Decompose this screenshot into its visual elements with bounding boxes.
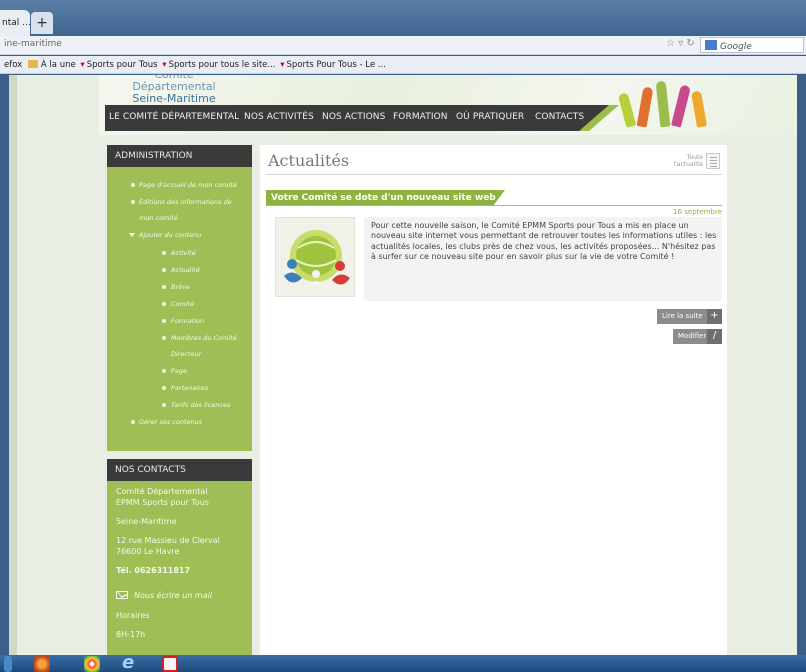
plus-icon: + [707, 309, 722, 324]
bullet-icon [131, 420, 135, 424]
bookmark-item[interactable]: Sports pour Tous [87, 60, 158, 70]
contact-address2: 76600 Le Havre [116, 547, 180, 556]
add-actualite[interactable]: Actualité [171, 266, 200, 274]
nav-formation[interactable]: FORMATION [393, 112, 448, 122]
contacts-sidebar: NOS CONTACTS Comité Départemental EPMM S… [107, 459, 252, 655]
site-logo-text[interactable]: Comité Départemental Seine-Maritime [119, 75, 229, 105]
admin-link-manage[interactable]: Gérer ses contenus [139, 418, 202, 426]
bookmark-icon: ▾ [80, 60, 85, 70]
contact-hours-label: Horaires [116, 611, 150, 620]
admin-heading: ADMINISTRATION [107, 145, 252, 167]
news-thumbnail[interactable] [275, 217, 355, 297]
list-icon[interactable] [706, 153, 720, 169]
bullet-icon [162, 268, 166, 272]
news-summary-box: Pour cette nouvelle saison, le Comité EP… [364, 217, 722, 301]
main-content: Actualités Toute l'actualité Votre Comit… [260, 145, 727, 655]
new-tab-button[interactable]: + [31, 12, 53, 34]
admin-link-edit-cont[interactable]: mon comité [139, 214, 178, 222]
bullet-icon [162, 369, 166, 373]
add-formation[interactable]: Formation [171, 317, 204, 325]
nav-comite[interactable]: LE COMITÉ DÉPARTEMENTAL [109, 112, 239, 122]
firefox-icon[interactable] [34, 656, 50, 672]
contact-mail-link[interactable]: Nous écrire un mail [134, 591, 212, 601]
news-body: Pour cette nouvelle saison, le Comité EP… [371, 221, 717, 261]
page-viewport: Comité Départemental Seine-Maritime LE C… [9, 75, 797, 655]
add-comite[interactable]: Comité [171, 300, 194, 308]
contact-org-line2: EPMM Sports pour Tous [116, 498, 209, 507]
scroll-strip [9, 75, 17, 655]
admin-sidebar: ADMINISTRATION Page d'accueil de mon com… [107, 145, 252, 451]
all-news-link[interactable]: Toute l'actualité [655, 154, 703, 168]
title-divider [266, 174, 722, 175]
admin-link-home[interactable]: Page d'accueil de mon comité [139, 181, 237, 189]
add-tarifs[interactable]: Tarifs des licences [171, 401, 230, 409]
add-activite[interactable]: Activité [171, 249, 196, 257]
bullet-icon [162, 319, 166, 323]
browser-tab-bar: ntal ... + [0, 0, 806, 36]
bookmark-item[interactable]: Sports Pour Tous - Le ... [287, 60, 386, 70]
read-more-button[interactable]: Lire la suite + [657, 309, 722, 324]
chrome-icon[interactable] [84, 656, 100, 672]
add-membres-cont[interactable]: Directeur [171, 350, 201, 358]
url-bar[interactable]: ine-maritime ☆ ▿ ↻ Google [0, 36, 806, 55]
start-icon[interactable] [4, 656, 12, 672]
site-name-line1: Comité Départemental [132, 75, 216, 93]
bullet-icon [131, 200, 135, 204]
contact-hours: 8H-17h [116, 630, 146, 639]
contact-tel: Tél. 0626311817 [116, 566, 191, 575]
add-breve[interactable]: Brève [171, 283, 190, 291]
bullet-icon [162, 285, 166, 289]
nav-contacts[interactable]: CONTACTS [535, 112, 584, 122]
folder-icon [27, 60, 38, 68]
bullet-icon [162, 302, 166, 306]
mail-icon [116, 591, 128, 599]
ie-icon[interactable]: e [122, 654, 138, 672]
globe-people-icon [284, 230, 350, 286]
admin-link-edit[interactable]: Éditions des informations de [139, 198, 232, 206]
bullet-icon [131, 183, 135, 187]
expand-triangle-icon[interactable] [129, 233, 135, 237]
tab-label: ntal ... [2, 18, 30, 28]
all-news-label-2: l'actualité [673, 161, 703, 168]
bookmark-item[interactable]: À la une [41, 60, 76, 70]
google-icon [705, 40, 717, 50]
add-partenaires[interactable]: Partenaires [171, 384, 208, 392]
bullet-icon [162, 336, 166, 340]
contact-org-line1: Comité Départemental [116, 487, 208, 496]
bookmarks-bar: efox À la une ▾ Sports pour Tous ▾ Sports … [0, 56, 806, 74]
bookmark-item[interactable]: Sports pour tous le site... [169, 60, 276, 70]
bullet-icon [162, 386, 166, 390]
pencil-icon: / [707, 329, 722, 344]
bullet-icon [162, 251, 166, 255]
nav-activites[interactable]: NOS ACTIVITÉS [244, 112, 314, 122]
taskbar: e [0, 654, 806, 672]
edit-button[interactable]: Modifier / [673, 329, 722, 344]
news-title[interactable]: Votre Comité se dote d'un nouveau site w… [271, 193, 496, 203]
news-divider [266, 205, 722, 206]
read-more-label: Lire la suite [662, 312, 703, 320]
url-text[interactable]: ine-maritime [4, 39, 62, 49]
add-membres[interactable]: Membres du Comité [171, 334, 237, 342]
add-page[interactable]: Page [171, 367, 187, 375]
contact-address1: 12 rue Massieu de Clerval [116, 536, 220, 545]
edit-label: Modifier [678, 332, 707, 340]
page-title: Actualités [268, 151, 350, 170]
star-icon[interactable]: ☆ ▿ ↻ [666, 38, 695, 49]
contact-region: Seine-Maritime [116, 517, 177, 526]
admin-link-add[interactable]: Ajouter du contenu [139, 231, 201, 239]
search-input[interactable]: Google [700, 37, 804, 53]
bookmark-item[interactable]: efox [4, 60, 22, 70]
search-placeholder: Google [720, 42, 752, 52]
nav-ou-pratiquer[interactable]: OÙ PRATIQUER [456, 112, 524, 122]
nav-actions[interactable]: NOS ACTIONS [322, 112, 385, 122]
all-news-label-1: Toute [686, 154, 703, 161]
pdf-icon[interactable] [162, 656, 178, 672]
sport-figures-logo [616, 75, 726, 133]
browser-tab[interactable]: ntal ... [0, 10, 30, 36]
bullet-icon [162, 403, 166, 407]
bookmark-icon: ▾ [280, 60, 285, 70]
bookmark-icon: ▾ [162, 60, 167, 70]
site-name-line2: Seine-Maritime [132, 92, 216, 105]
contacts-heading: NOS CONTACTS [107, 459, 252, 481]
